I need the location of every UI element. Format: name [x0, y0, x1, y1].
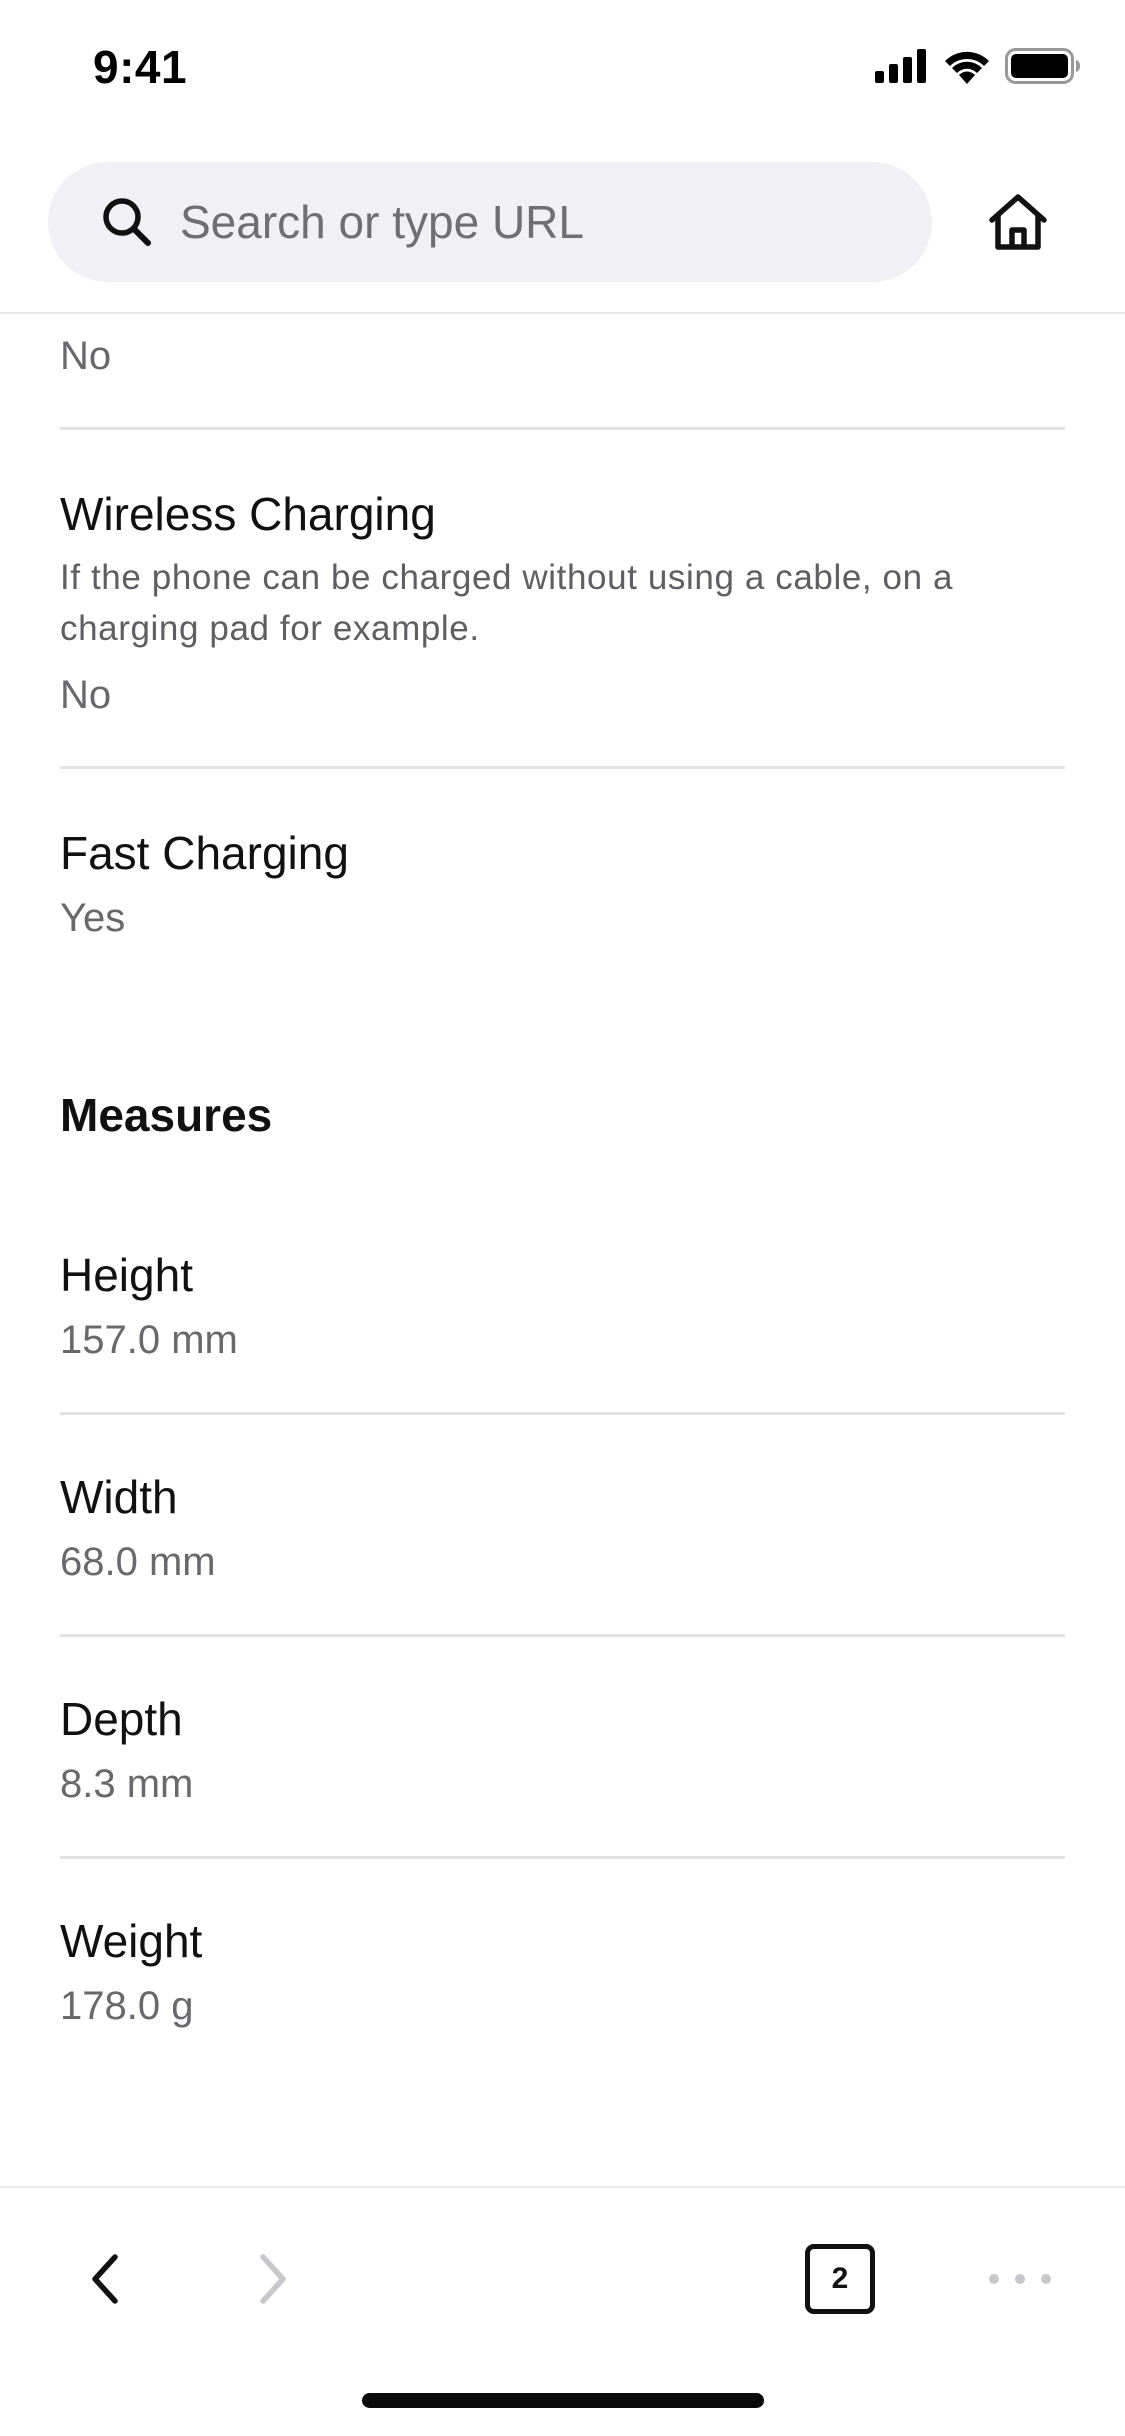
spec-value: 68.0 mm [60, 1540, 216, 1584]
spec-title: Weight [60, 1915, 203, 1967]
spec-value: Yes [60, 896, 126, 940]
section-heading-measures: Measures [60, 1089, 273, 1141]
status-icons [875, 48, 1081, 84]
spec-title: Wireless Charging [60, 488, 436, 540]
row-divider [60, 1412, 1065, 1415]
forward-button[interactable] [238, 2244, 308, 2314]
spec-title: Fast Charging [60, 827, 349, 879]
more-icon [989, 2274, 1051, 2284]
chevron-left-icon [92, 2254, 118, 2304]
status-time: 9:41 [93, 41, 188, 93]
search-icon [103, 198, 151, 246]
home-indicator[interactable] [362, 2393, 764, 2408]
tab-count: 2 [831, 2262, 849, 2295]
back-button[interactable] [70, 2244, 140, 2314]
spec-title: Height [60, 1249, 193, 1301]
row-divider [60, 1856, 1065, 1859]
row-divider [60, 427, 1065, 430]
search-placeholder: Search or type URL [180, 196, 584, 248]
spec-value: 157.0 mm [60, 1318, 238, 1362]
wifi-icon [945, 51, 989, 84]
tabs-icon: 2 [805, 2244, 875, 2314]
home-button[interactable] [978, 186, 1058, 258]
cellular-signal-icon [875, 49, 926, 83]
spec-description: If the phone can be charged without usin… [60, 558, 954, 648]
spec-value: 8.3 mm [60, 1762, 194, 1806]
spec-value: 178.0 g [60, 1984, 194, 2028]
status-bar: 9:41 [0, 0, 1125, 140]
header-divider [0, 312, 1125, 314]
tabs-button[interactable]: 2 [800, 2240, 880, 2318]
spec-value: No [60, 673, 112, 717]
row-divider [60, 1634, 1065, 1637]
chevron-right-icon [260, 2254, 286, 2304]
battery-icon [1005, 48, 1080, 84]
spec-title: Depth [60, 1693, 183, 1745]
spec-title: Width [60, 1471, 178, 1523]
home-icon [989, 194, 1047, 250]
spec-previous-value: No [60, 334, 112, 378]
row-divider [60, 766, 1065, 769]
more-button[interactable] [980, 2244, 1060, 2314]
address-bar[interactable]: Search or type URL [48, 162, 932, 282]
